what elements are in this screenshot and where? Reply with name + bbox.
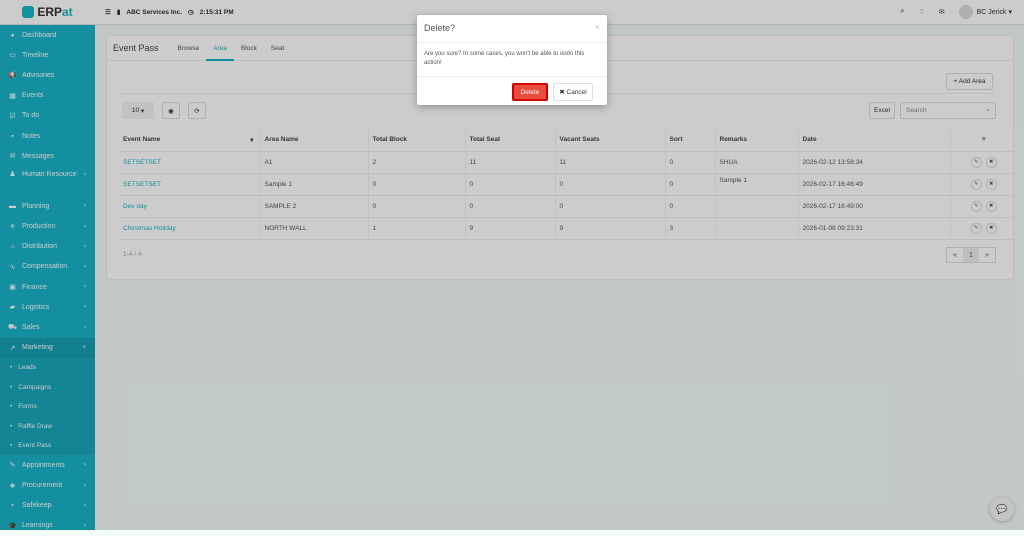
dialog-title: Delete?	[424, 23, 456, 33]
delete-confirm-dialog: Delete? × Are you sure? In some cases, yo…	[417, 15, 607, 105]
delete-button[interactable]: Delete	[512, 83, 548, 101]
cancel-button[interactable]: ✖ Cancel	[553, 83, 593, 101]
close-icon[interactable]: ×	[595, 22, 600, 32]
dialog-message: Are you sure? In some cases, you won't b…	[417, 43, 607, 77]
